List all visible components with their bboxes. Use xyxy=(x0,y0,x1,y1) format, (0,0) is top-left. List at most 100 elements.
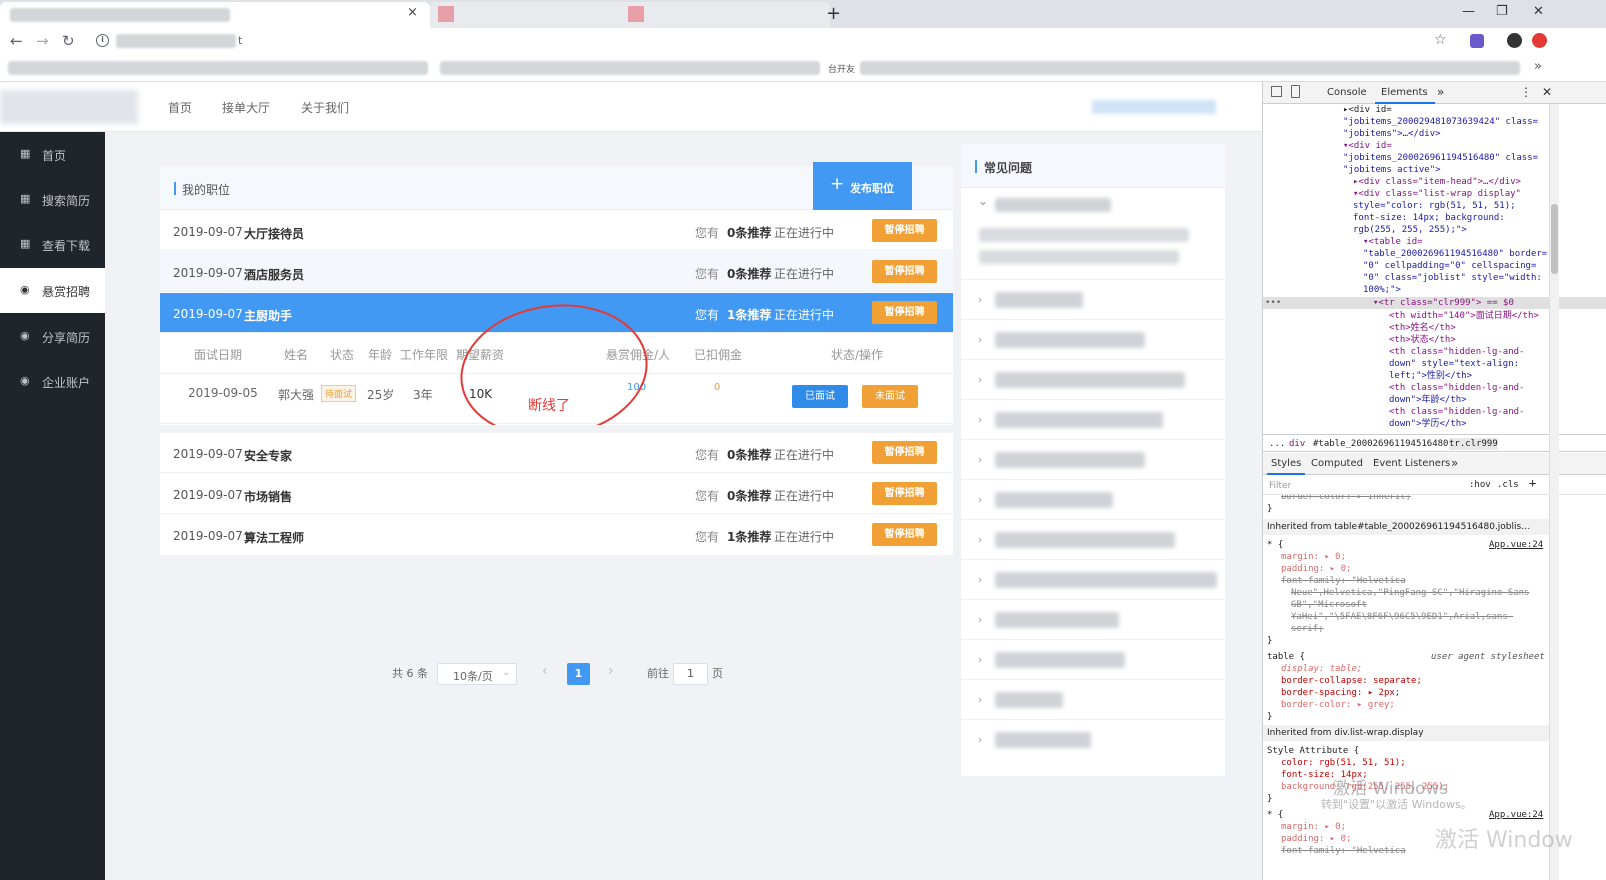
minimize-icon[interactable]: — xyxy=(1462,4,1475,19)
dom-line[interactable]: "0" class="joblist" style="width: xyxy=(1363,272,1542,284)
device-toolbar-icon[interactable] xyxy=(1291,85,1300,98)
dom-line[interactable]: down">学历</th> xyxy=(1389,418,1467,430)
add-rule-icon[interactable]: + xyxy=(1529,477,1536,489)
dom-line[interactable]: ▾<table id= xyxy=(1363,236,1423,248)
dom-line[interactable]: ▸<div id= xyxy=(1343,104,1392,116)
interviewed-button[interactable]: 已面试 xyxy=(792,385,848,408)
style-line[interactable]: color: rgb(51, 51, 51); xyxy=(1281,757,1406,769)
style-line[interactable]: Neue",Helvetica,"PingFang SC","Hiragino … xyxy=(1291,587,1529,599)
faq-item[interactable]: › xyxy=(961,600,1225,640)
faq-item[interactable]: › xyxy=(961,440,1225,480)
style-line[interactable]: margin: ▸ 0; xyxy=(1281,821,1346,833)
sidebar-item-share-resume[interactable]: ◉ 分享简历 xyxy=(0,314,105,359)
kebab-menu-icon[interactable]: ⋮ xyxy=(1520,85,1532,99)
more-bookmarks-icon[interactable]: » xyxy=(1534,59,1542,74)
style-line[interactable]: border-spacing: ▸ 2px; xyxy=(1281,687,1400,699)
browser-tab-active[interactable]: × xyxy=(0,2,430,28)
dom-line[interactable]: "0" cellpadding="0" cellspacing= xyxy=(1363,260,1536,272)
more-tabs-icon[interactable]: » xyxy=(1437,85,1444,99)
faq-item[interactable]: › xyxy=(961,640,1225,680)
nav-order-hall[interactable]: 接单大厅 xyxy=(222,99,270,116)
style-line[interactable]: font-family: "Helvetica xyxy=(1281,575,1406,587)
job-row[interactable]: 2019-09-07 安全专家 您有 0条推荐 正在进行中 暂停招聘 xyxy=(160,433,953,473)
faq-item[interactable]: › xyxy=(961,400,1225,440)
faq-item[interactable]: › xyxy=(961,360,1225,400)
dom-line[interactable]: ▾<div id= xyxy=(1343,140,1392,152)
dom-line[interactable]: 100%;"> xyxy=(1363,284,1401,296)
profile-icon[interactable] xyxy=(1507,33,1522,48)
faq-item[interactable]: › xyxy=(961,680,1225,720)
style-line[interactable]: padding: ▸ 0; xyxy=(1281,563,1351,575)
style-line[interactable]: border-color: ▸ inherit; xyxy=(1281,495,1411,503)
style-line[interactable]: font-family: "Helvetica xyxy=(1281,845,1406,857)
job-row[interactable]: 2019-09-07 市场销售 您有 0条推荐 正在进行中 暂停招聘 xyxy=(160,474,953,514)
update-icon[interactable] xyxy=(1532,33,1547,48)
pause-recruit-button[interactable]: 暂停招聘 xyxy=(872,441,937,464)
breadcrumb-item[interactable]: #table_200026961194516480 xyxy=(1313,438,1448,450)
dom-line[interactable]: "table_200026961194516480" border= xyxy=(1363,248,1547,260)
pause-recruit-button[interactable]: 暂停招聘 xyxy=(872,482,937,505)
dom-line[interactable]: ▸<div class="item-head">…</div> xyxy=(1353,176,1521,188)
not-interviewed-button[interactable]: 未面试 xyxy=(862,385,918,408)
breadcrumb-item[interactable]: ... xyxy=(1269,438,1285,450)
style-line[interactable]: display: table; xyxy=(1281,663,1362,675)
sidebar-item-downloads[interactable]: ▦ 查看下载 xyxy=(0,222,105,267)
bookmarks-blurred[interactable] xyxy=(860,61,1520,75)
breadcrumb-item-selected[interactable]: tr.clr999 xyxy=(1449,438,1498,450)
inspect-icon[interactable] xyxy=(1271,86,1282,97)
bookmarks-blurred[interactable] xyxy=(8,61,428,75)
pause-recruit-button[interactable]: 暂停招聘 xyxy=(872,301,937,324)
url-blurred[interactable] xyxy=(116,34,236,48)
job-row[interactable]: 2019-09-07 算法工程师 您有 1条推荐 正在进行中 暂停招聘 xyxy=(160,515,953,555)
ellipsis-icon[interactable]: ••• xyxy=(1265,297,1281,309)
user-info-blurred[interactable] xyxy=(1092,100,1216,114)
devtools-scrollbar[interactable] xyxy=(1549,104,1559,880)
dom-line[interactable]: <th>姓名</th> xyxy=(1389,322,1456,334)
dom-line[interactable]: "jobitems active"> xyxy=(1343,164,1441,176)
url-fragment[interactable]: t xyxy=(238,34,242,47)
dom-line[interactable]: down">年龄</th> xyxy=(1389,394,1467,406)
extension-icon[interactable] xyxy=(1470,34,1484,48)
sidebar-item-reward-recruit[interactable]: ◉ 悬赏招聘 xyxy=(0,268,105,313)
dom-line-selected[interactable]: ▾<tr class="clr999"> == $0 xyxy=(1373,297,1514,309)
sidebar-item-home[interactable]: ▦ 首页 xyxy=(0,132,105,177)
star-icon[interactable]: ☆ xyxy=(1434,32,1447,48)
style-line[interactable]: YaHei","\5FAE\8F6F\96C5\9ED1",Arial,sans… xyxy=(1291,611,1513,623)
faq-item[interactable]: › xyxy=(961,560,1225,600)
faq-item[interactable]: › xyxy=(961,320,1225,360)
style-line[interactable]: border-collapse: separate; xyxy=(1281,675,1422,687)
job-row[interactable]: 2019-09-07 大厅接待员 您有 0条推荐 正在进行中 暂停招聘 xyxy=(160,211,953,251)
more-tabs-icon[interactable]: » xyxy=(1451,456,1458,470)
next-page-icon[interactable]: › xyxy=(608,663,614,679)
source-link[interactable]: App.vue:24 xyxy=(1489,809,1543,821)
dom-line[interactable]: "jobitems_200029481073639424" class= xyxy=(1343,116,1538,128)
dom-line[interactable]: down" style="text-align: xyxy=(1389,358,1519,370)
back-icon[interactable]: ← xyxy=(10,32,23,50)
breadcrumb-item[interactable]: div xyxy=(1289,438,1305,450)
faq-item[interactable]: › xyxy=(961,520,1225,560)
cls-toggle[interactable]: .cls xyxy=(1497,479,1519,491)
inherited-label[interactable]: Inherited from table#table_2000269611945… xyxy=(1267,521,1530,533)
close-devtools-icon[interactable]: ✕ xyxy=(1542,85,1552,99)
dom-line[interactable]: ▾<div class="list-wrap display" xyxy=(1353,188,1521,200)
page-size-select[interactable]: 10条/页 ⌄ xyxy=(437,663,517,685)
dom-line[interactable]: style="color: rgb(51, 51, 51); xyxy=(1353,200,1516,212)
scrollbar-thumb[interactable] xyxy=(1551,204,1558,274)
forward-icon[interactable]: → xyxy=(36,32,49,50)
dom-line[interactable]: rgb(255, 255, 255);"> xyxy=(1353,224,1467,236)
info-icon[interactable]: i xyxy=(96,34,109,47)
sidebar-item-company-account[interactable]: ◉ 企业账户 xyxy=(0,359,105,404)
dom-line[interactable]: <th>状态</th> xyxy=(1389,334,1456,346)
dom-line[interactable]: left;">性别</th> xyxy=(1389,370,1472,382)
nav-about[interactable]: 关于我们 xyxy=(301,99,349,116)
style-line[interactable]: GB","Microsoft xyxy=(1291,599,1367,611)
tab-computed[interactable]: Computed xyxy=(1311,458,1363,469)
inherited-label[interactable]: Inherited from div.list-wrap.display xyxy=(1267,727,1424,739)
bookmark-fragment[interactable]: 台开友 xyxy=(828,62,855,75)
restore-icon[interactable]: ❐ xyxy=(1496,4,1508,19)
job-row[interactable]: 2019-09-07 酒店服务员 您有 0条推荐 正在进行中 暂停招聘 xyxy=(160,252,953,292)
tab-event-listeners[interactable]: Event Listeners xyxy=(1373,458,1450,469)
publish-job-button[interactable]: + 发布职位 xyxy=(813,162,912,210)
close-tab-icon[interactable]: × xyxy=(407,5,418,20)
source-link[interactable]: App.vue:24 xyxy=(1489,539,1543,551)
